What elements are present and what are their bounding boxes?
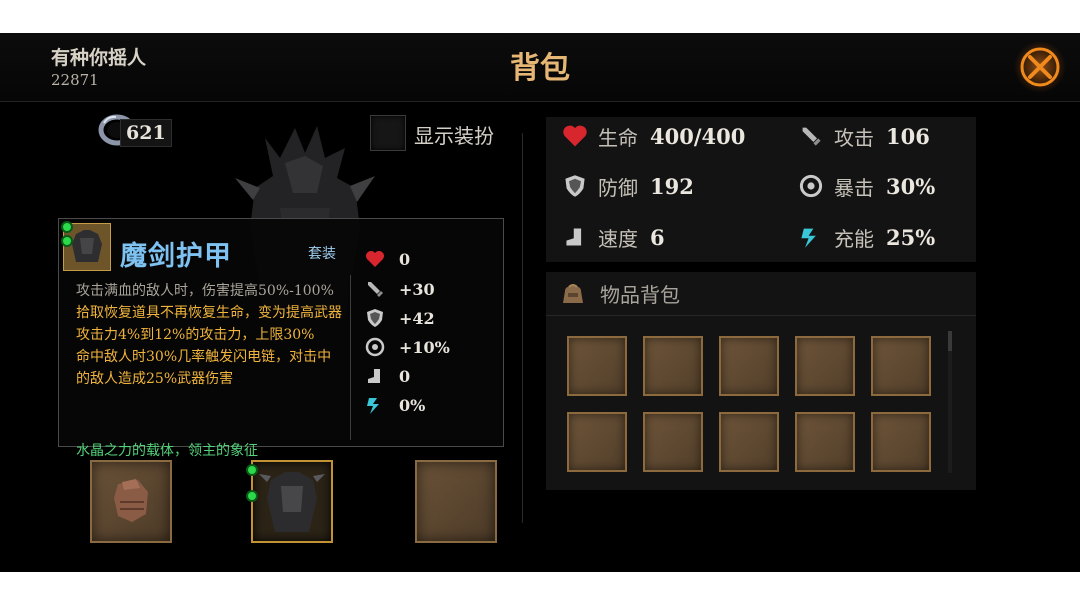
sword-icon <box>802 127 821 146</box>
inventory-scroll-thumb[interactable] <box>948 331 952 351</box>
stat-speed: 速度 6 <box>562 222 665 252</box>
stat-defense: 防御 192 <box>562 171 694 201</box>
shield-icon <box>565 175 585 197</box>
item-description: 攻击满血的敌人时，伤害提高50%-100% 拾取恢复道具不再恢复生命，变为提高武… <box>76 280 344 390</box>
effect-text: 命中敌人时30%几率触发闪电链，对击中的敌人造成25%武器伤害 <box>76 349 332 387</box>
stat-hp: 生命 400/400 <box>562 121 745 151</box>
tooltip-stat-speed: 0 <box>364 365 410 387</box>
item-name: 魔剑护甲 <box>120 241 232 272</box>
sword-icon <box>368 282 383 297</box>
inventory-slot[interactable] <box>567 412 627 472</box>
stat-crit: 暴击 30% <box>798 171 935 201</box>
item-tooltip-icon <box>61 221 111 271</box>
boot-icon <box>368 369 380 383</box>
stat-energy: 充能 25% <box>798 222 935 252</box>
armor-icon <box>259 472 325 532</box>
energy-icon <box>801 228 816 248</box>
heart-icon <box>366 251 384 267</box>
tooltip-divider <box>350 275 351 440</box>
equip-slot-empty[interactable] <box>415 460 497 543</box>
socket-gem-icon <box>246 490 258 502</box>
crit-icon <box>365 337 385 357</box>
tooltip-stat-defense: +42 <box>364 307 435 329</box>
heart-icon <box>563 125 587 147</box>
inventory-slot[interactable] <box>719 336 779 396</box>
panel-divider <box>522 133 523 523</box>
close-button[interactable] <box>1012 41 1068 93</box>
inventory-slot[interactable] <box>795 336 855 396</box>
shield-icon <box>367 309 383 327</box>
crit-icon <box>799 174 823 198</box>
page-title: 背包 <box>510 51 570 86</box>
effect-text: 攻击满血的敌人时，伤害提高50%-100% <box>76 283 334 299</box>
set-label[interactable]: 套装 <box>308 243 336 263</box>
gem-count: 621 <box>120 119 172 147</box>
inventory-slot[interactable] <box>567 336 627 396</box>
item-flavor-text: 水晶之力的载体，领主的象征 <box>76 443 258 459</box>
inventory-slot[interactable] <box>871 412 931 472</box>
equip-slot-armor[interactable] <box>246 460 333 543</box>
show-outfit-checkbox[interactable] <box>370 115 406 151</box>
socket-gem-icon <box>61 235 73 247</box>
gauntlet-icon <box>114 479 148 522</box>
tooltip-stat-crit: +10% <box>364 336 450 358</box>
inventory-slot[interactable] <box>719 412 779 472</box>
inventory-slot[interactable] <box>643 412 703 472</box>
socket-gem-icon <box>61 221 73 233</box>
inventory-slot[interactable] <box>643 336 703 396</box>
bag-icon <box>563 284 583 303</box>
inventory-slot[interactable] <box>795 412 855 472</box>
boot-icon <box>566 228 582 246</box>
stat-attack: 攻击 106 <box>798 121 930 151</box>
energy-icon <box>367 398 379 414</box>
tooltip-stat-hp: 0 <box>364 248 410 270</box>
socket-gem-icon <box>246 464 258 476</box>
tooltip-stat-energy: 0% <box>364 394 425 416</box>
show-outfit-label: 显示装扮 <box>414 124 494 148</box>
equip-slot-gloves[interactable] <box>90 460 172 543</box>
inventory-header: 物品背包 <box>546 272 976 316</box>
inventory-scrollbar[interactable] <box>948 331 952 473</box>
effect-text: 拾取恢复道具不再恢复生命，变为提高武器攻击力4%到12%的攻击力，上限30% <box>76 305 342 343</box>
tooltip-stat-attack: +30 <box>364 278 435 300</box>
close-x-icon <box>1014 41 1066 93</box>
game-screen: 有种你摇人 22871 背包 621 显示装扮 魔剑护甲 套装 攻击满血的敌人时… <box>0 33 1080 572</box>
top-bar: 有种你摇人 22871 背包 <box>0 33 1080 102</box>
inventory-slot[interactable] <box>871 336 931 396</box>
inventory-title: 物品背包 <box>600 283 680 307</box>
